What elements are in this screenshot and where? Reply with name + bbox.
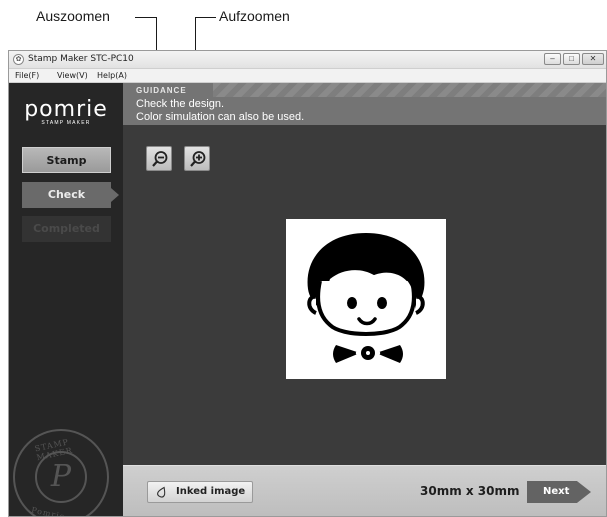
- stamp-preview: [286, 219, 446, 379]
- boy-with-bowtie-illustration: [307, 233, 425, 363]
- guidance-label: GUIDANCE: [136, 86, 187, 95]
- menu-help[interactable]: Help(A): [97, 71, 127, 80]
- step-completed: Completed: [22, 216, 111, 242]
- next-button[interactable]: Next: [527, 481, 591, 503]
- minimize-button[interactable]: –: [544, 53, 561, 65]
- app-icon: ✿: [13, 54, 24, 65]
- step-stamp-selection[interactable]: Stamp selection: [22, 147, 111, 193]
- logo-text: pomrie: [24, 97, 108, 122]
- guidance-line-2: Color simulation can also be used.: [136, 111, 305, 123]
- inked-image-label: Inked image: [176, 486, 246, 497]
- zoom-out-button[interactable]: [146, 146, 172, 171]
- guidance-line-1: Check the design.: [136, 98, 225, 110]
- zoom-out-callout-line: [135, 17, 157, 18]
- close-button[interactable]: ✕: [582, 53, 604, 65]
- seal-monogram: P: [35, 451, 87, 503]
- preview-canvas: [123, 125, 606, 465]
- step-check[interactable]: Check: [22, 182, 119, 208]
- inked-image-button[interactable]: Inked image: [147, 481, 253, 503]
- brand-logo: pomrie STAMP MAKER: [9, 97, 123, 126]
- ink-drop-icon: [157, 486, 166, 498]
- pomrie-seal-logo: STAMP MAKER P Pomrie: [13, 429, 109, 517]
- zoom-in-callout: Aufzoomen: [219, 8, 290, 24]
- guidance-pattern: [213, 83, 606, 97]
- menu-bar: File(F) View(V) Help(A): [9, 69, 606, 83]
- app-window: ✿ Stamp Maker STC-PC10 – □ ✕ File(F) Vie…: [8, 50, 607, 517]
- zoom-in-button[interactable]: [184, 146, 210, 171]
- zoom-in-callout-line: [195, 17, 216, 18]
- maximize-button[interactable]: □: [563, 53, 580, 65]
- stamp-size-text: 30mm x 30mm: [420, 484, 520, 498]
- menu-view[interactable]: View(V): [57, 71, 88, 80]
- zoom-out-icon: [152, 151, 168, 167]
- zoom-in-icon: [190, 151, 206, 167]
- footer-bar: Inked image 30mm x 30mm Next: [123, 465, 606, 516]
- window-title: Stamp Maker STC-PC10: [28, 54, 134, 64]
- zoom-out-callout: Auszoomen: [36, 8, 110, 24]
- menu-file[interactable]: File(F): [15, 71, 39, 80]
- guidance-banner: GUIDANCE Check the design. Color simulat…: [123, 83, 606, 125]
- sidebar: pomrie STAMP MAKER Stamp selection Check…: [9, 83, 123, 517]
- title-bar: ✿ Stamp Maker STC-PC10 – □ ✕: [9, 51, 606, 69]
- window-controls: – □ ✕: [544, 53, 604, 66]
- seal-bottom-text: Pomrie: [30, 505, 67, 517]
